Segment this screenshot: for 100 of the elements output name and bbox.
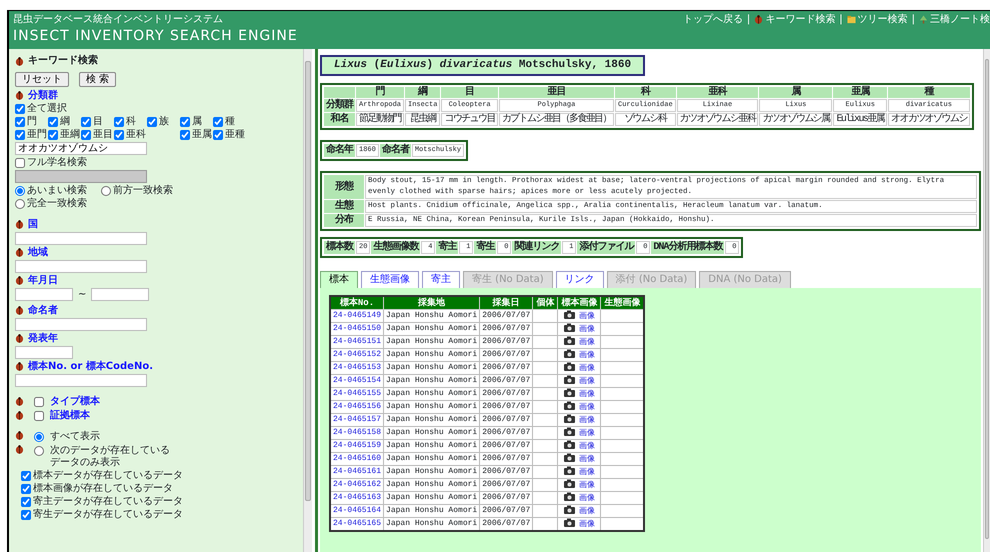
- checkbox[interactable]: [15, 130, 25, 140]
- table-cell: 2006/07/07: [480, 439, 533, 452]
- bug-icon: [15, 220, 24, 229]
- checkbox[interactable]: [15, 116, 25, 126]
- checkbox[interactable]: [21, 496, 31, 506]
- nav-separator: |: [839, 14, 843, 26]
- checkbox[interactable]: [21, 510, 31, 520]
- checkbox[interactable]: [180, 116, 190, 126]
- camera-icon: [564, 452, 575, 462]
- checkbox[interactable]: [21, 484, 31, 494]
- date-field[interactable]: [91, 288, 150, 300]
- action-button[interactable]: 検 索: [79, 72, 116, 87]
- column-header: 亜目: [498, 87, 614, 98]
- camera-icon: [564, 426, 575, 436]
- table-cell: カツオゾウムシ亜科: [676, 113, 758, 126]
- checkbox[interactable]: [213, 116, 223, 126]
- camera-icon: [564, 414, 575, 423]
- checkbox-label: 目: [93, 116, 103, 128]
- section-heading: 地域: [28, 246, 48, 258]
- scrollbar[interactable]: [983, 49, 990, 552]
- table-cell: Japan Honshu Aomori: [384, 335, 480, 348]
- text-field[interactable]: [15, 346, 73, 358]
- camera-icon: [564, 348, 575, 358]
- radio-button[interactable]: [15, 186, 25, 196]
- tab[interactable]: 寄主: [422, 271, 460, 288]
- section-heading: 発表年: [28, 332, 58, 344]
- checkbox-label: 全て選択: [27, 102, 67, 114]
- count-label: 寄主: [436, 241, 458, 254]
- checkbox[interactable]: [114, 116, 124, 126]
- radio-button[interactable]: [34, 432, 44, 442]
- checkbox[interactable]: [15, 104, 25, 114]
- checkbox[interactable]: [48, 116, 58, 126]
- text-field[interactable]: オオカツオゾウムシ: [15, 142, 147, 154]
- checkbox[interactable]: [180, 130, 190, 140]
- checkbox-label: 標本データが存在しているデータ: [33, 470, 183, 482]
- table-cell: 昆虫綱: [405, 113, 440, 126]
- date-field[interactable]: [15, 288, 73, 300]
- column-header: 標本No.: [330, 296, 384, 310]
- nav-link[interactable]: ツリー検索: [858, 14, 908, 26]
- radio-button[interactable]: [34, 446, 44, 456]
- camera-icon: [564, 492, 575, 501]
- table-cell: 2006/07/07: [480, 309, 533, 322]
- text-field[interactable]: [15, 318, 147, 330]
- text-field[interactable]: [15, 232, 147, 244]
- table-cell: 2006/07/07: [480, 478, 533, 492]
- checkbox[interactable]: [21, 470, 31, 480]
- tab[interactable]: リンク: [556, 271, 604, 288]
- nav-separator: |: [746, 14, 750, 26]
- column-header: 標本画像: [558, 296, 601, 310]
- checkbox-label: 族: [159, 116, 169, 128]
- nav-link[interactable]: トップへ戻る: [682, 14, 743, 26]
- bug-icon: [754, 15, 764, 24]
- checkbox[interactable]: [15, 158, 25, 168]
- count-label: 標本数: [324, 241, 355, 254]
- bug-icon: [15, 444, 24, 454]
- text-field[interactable]: [15, 374, 147, 386]
- action-button[interactable]: リセット: [15, 72, 69, 87]
- bug-icon: [15, 56, 24, 66]
- table-cell: 2006/07/07: [480, 348, 533, 362]
- checkbox[interactable]: [81, 130, 91, 140]
- count-label: 寄生: [474, 241, 496, 254]
- checkbox[interactable]: [34, 396, 44, 406]
- scrollbar[interactable]: [303, 49, 312, 552]
- checkbox-label: 寄生データが存在しているデータ: [33, 508, 183, 520]
- text-field[interactable]: [15, 260, 147, 272]
- checkbox[interactable]: [213, 130, 223, 140]
- section-heading: 命名者: [28, 304, 58, 316]
- checkbox[interactable]: [48, 130, 58, 140]
- tab[interactable]: 生態画像: [361, 271, 419, 288]
- bug-icon: [15, 248, 24, 257]
- checkbox-label: 亜科: [126, 128, 146, 140]
- radio-button[interactable]: [15, 198, 25, 208]
- checkbox-label: 種: [225, 116, 235, 128]
- nav-separator: |: [912, 14, 915, 26]
- row-header: 和名: [324, 113, 355, 126]
- camera-icon: [564, 322, 575, 332]
- table-cell: 2006/07/07: [480, 400, 533, 414]
- table-cell: カブトムシ亜目（多食亜目）: [498, 113, 614, 126]
- checkbox-label: フル学名検索: [27, 156, 87, 168]
- camera-icon: [564, 388, 575, 397]
- bug-icon: [15, 397, 24, 406]
- site-subtitle: 昆虫データベース統合インベントリーシステム: [12, 12, 224, 26]
- table-cell: Japan Honshu Aomori: [384, 361, 480, 374]
- checkbox[interactable]: [147, 116, 157, 126]
- radio-label: 次のデータが存在しているデータのみ表示: [50, 444, 171, 468]
- folder-icon: [846, 15, 856, 24]
- camera-icon: [564, 310, 575, 319]
- nav-link[interactable]: キーワード検索: [765, 14, 836, 26]
- checkbox-label: 標本画像が存在しているデータ: [33, 482, 173, 494]
- camera-icon: [564, 440, 575, 449]
- checkbox[interactable]: [34, 410, 44, 420]
- nav-link[interactable]: 三橋ノート検: [930, 14, 990, 26]
- radio-button[interactable]: [101, 186, 111, 196]
- checkbox-label: 亜種: [225, 128, 245, 140]
- table-cell: Japan Honshu Aomori: [384, 504, 480, 518]
- camera-icon: [564, 400, 575, 410]
- checkbox[interactable]: [81, 116, 91, 126]
- tab[interactable]: 標本: [320, 271, 358, 288]
- checkbox[interactable]: [114, 130, 124, 140]
- table-cell: Japan Honshu Aomori: [384, 517, 480, 531]
